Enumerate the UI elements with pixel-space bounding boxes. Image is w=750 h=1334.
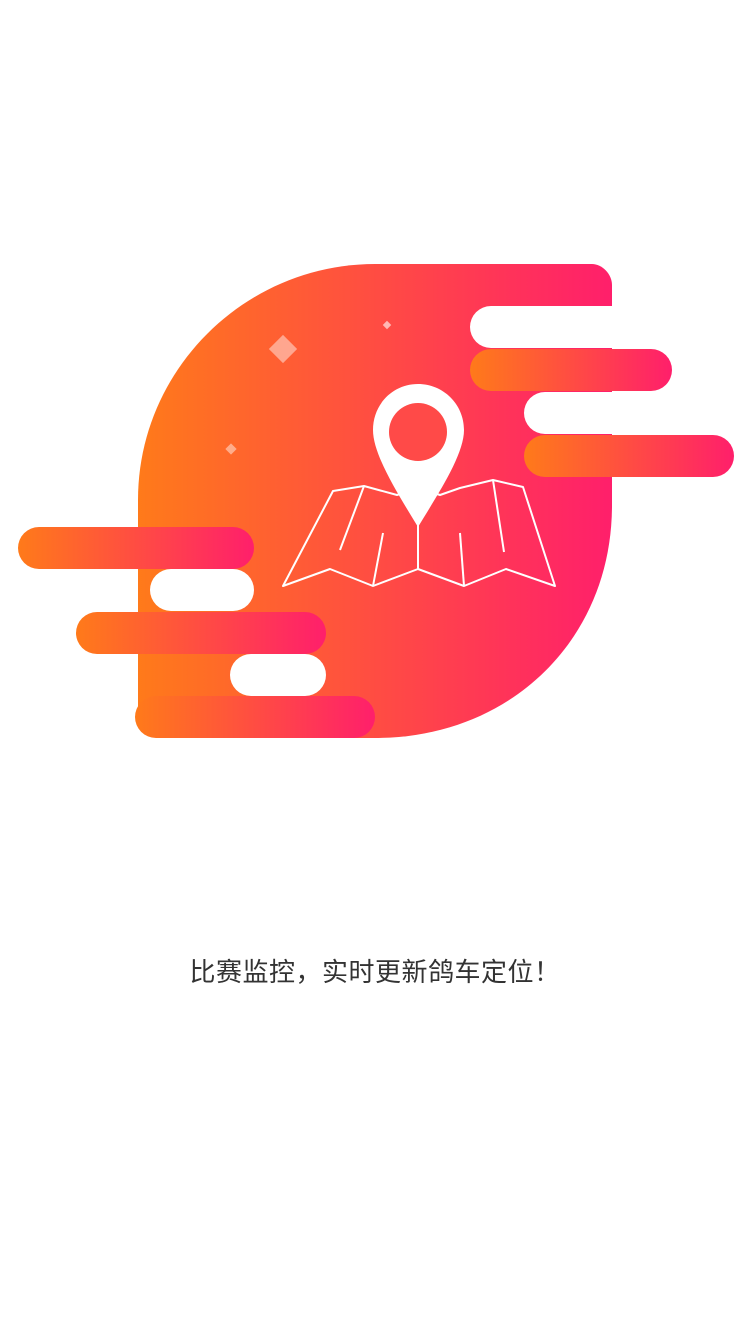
speed-blob-shape xyxy=(18,264,734,738)
onboarding-illustration xyxy=(18,264,734,738)
onboarding-caption: 比赛监控，实时更新鸽车定位！ xyxy=(189,958,561,988)
